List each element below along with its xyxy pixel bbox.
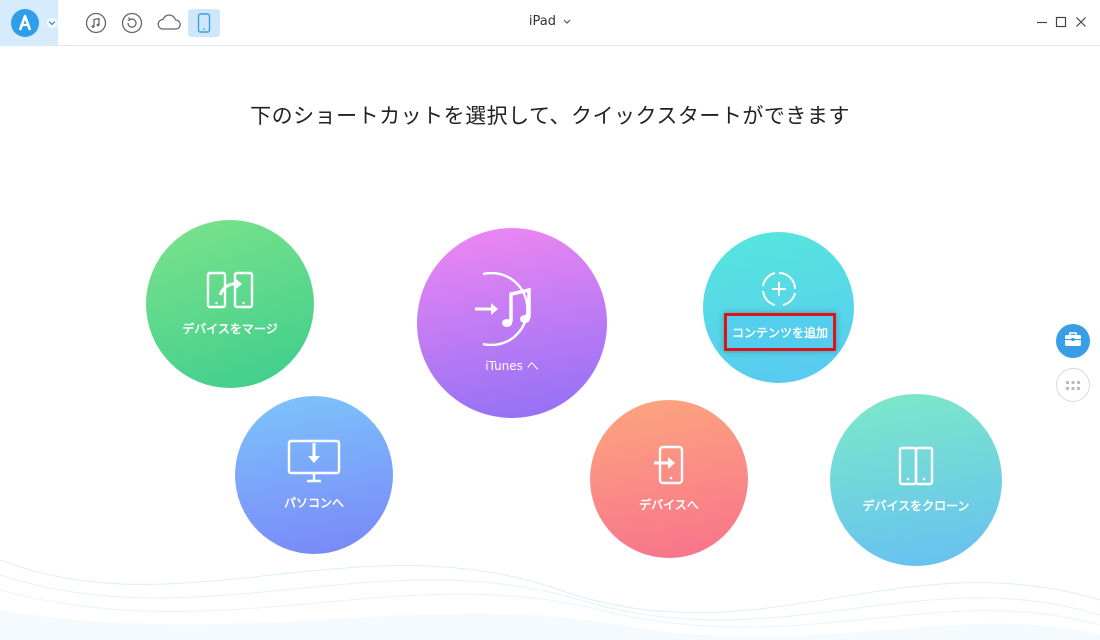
to-device-label: デバイスへ bbox=[639, 498, 699, 512]
to-itunes-button[interactable]: iTunes へ bbox=[417, 228, 607, 418]
device-selector[interactable]: iPad bbox=[0, 14, 1100, 29]
app-window: iPad 下のショートカットを選択して、クイックスタートができます デバイスをマ… bbox=[0, 0, 1100, 640]
clone-icon bbox=[898, 446, 934, 489]
to-pc-label: パソコンへ bbox=[283, 496, 344, 510]
device-title: iPad bbox=[528, 14, 556, 29]
close-icon[interactable] bbox=[1073, 14, 1089, 30]
title-bar: iPad bbox=[0, 0, 1100, 46]
add-content-label: コンテンツを追加 bbox=[731, 325, 828, 340]
add-content-button[interactable] bbox=[703, 232, 854, 383]
merge-icon bbox=[206, 271, 254, 312]
merge-devices-label: デバイスをマージ bbox=[182, 322, 278, 336]
add-content-highlight[interactable]: コンテンツを追加 bbox=[724, 313, 836, 351]
chevron-down-icon bbox=[563, 14, 571, 29]
clone-device-button[interactable]: デバイスをクローン bbox=[830, 394, 1002, 566]
more-tools-button[interactable] bbox=[1056, 368, 1090, 402]
device-import-icon bbox=[652, 445, 686, 488]
to-device-button[interactable]: デバイスへ bbox=[590, 400, 748, 558]
maximize-icon[interactable] bbox=[1053, 14, 1069, 30]
page-headline: 下のショートカットを選択して、クイックスタートができます bbox=[250, 104, 850, 128]
to-itunes-label: iTunes へ bbox=[485, 359, 539, 373]
toolbox-button[interactable] bbox=[1056, 324, 1090, 358]
minimize-icon[interactable] bbox=[1034, 14, 1050, 30]
itunes-transfer-icon bbox=[473, 271, 551, 349]
computer-download-icon bbox=[287, 439, 341, 486]
add-circle-icon bbox=[761, 271, 797, 310]
toolbox-icon bbox=[1064, 331, 1082, 351]
to-pc-button[interactable]: パソコンへ bbox=[235, 396, 393, 554]
grid-icon bbox=[1066, 376, 1080, 395]
clone-device-label: デバイスをクローン bbox=[862, 499, 970, 513]
merge-devices-button[interactable]: デバイスをマージ bbox=[146, 220, 314, 388]
